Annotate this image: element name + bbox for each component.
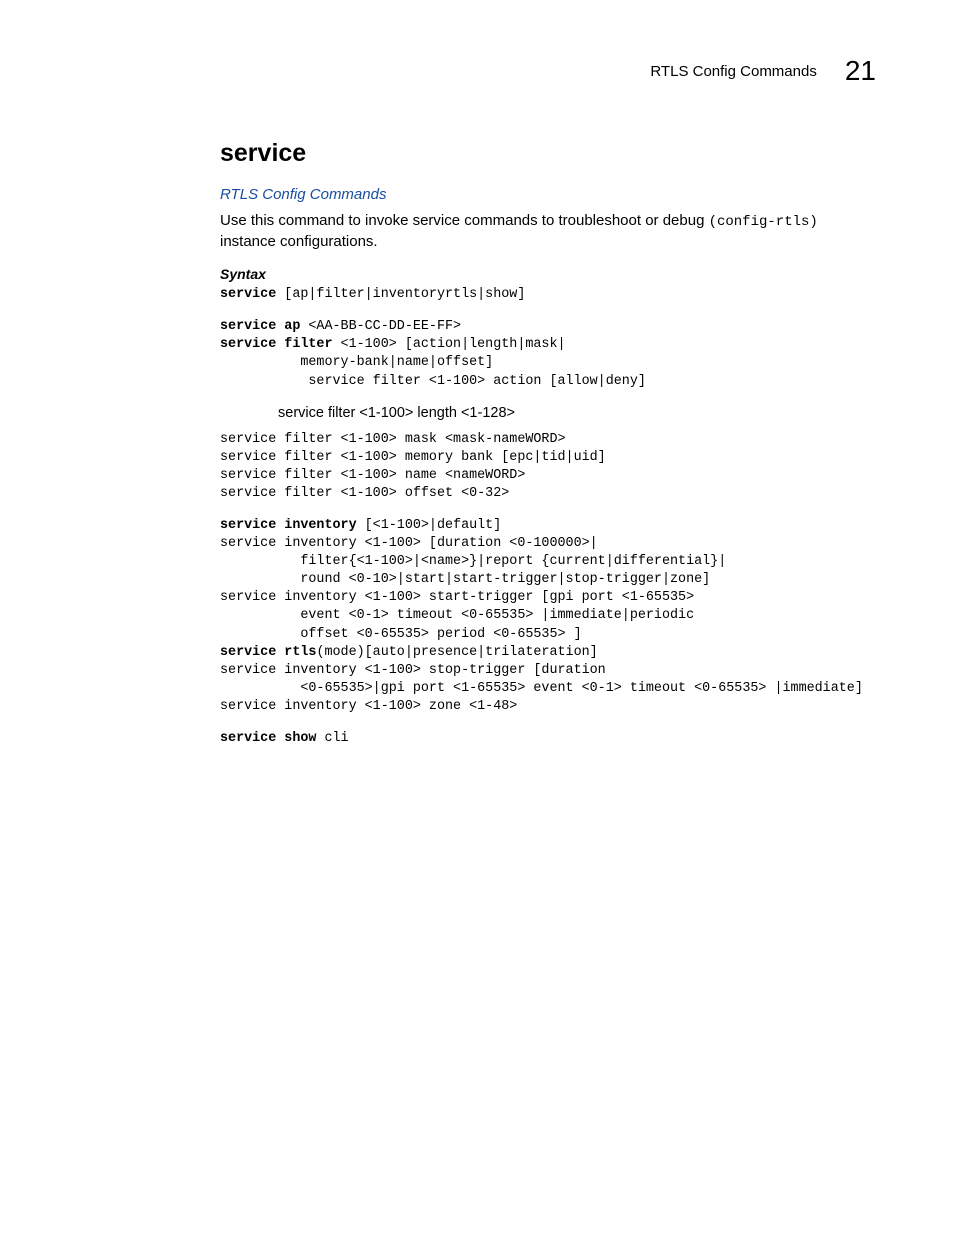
code6-rest: (mode)[auto|presence|trilateration] serv… [220,645,863,714]
plain-line: service filter <1-100> length <1-128> [278,405,876,421]
code7-rest: cli [316,731,348,746]
intro-paragraph: Use this command to invoke service comma… [220,211,876,252]
page-header: RTLS Config Commands 21 [220,55,876,87]
intro-suffix: instance configurations. [220,233,378,250]
code2-bold: service ap [220,319,300,334]
section-link[interactable]: RTLS Config Commands [220,186,876,203]
syntax-heading: Syntax [220,266,876,282]
header-page-number: 21 [845,55,876,87]
code3-bold: service filter [220,337,333,352]
code7-bold: service show [220,731,316,746]
code2-rest: <AA-BB-CC-DD-EE-FF> [300,319,461,334]
code-block-7: service show cli [220,730,876,748]
header-section-label: RTLS Config Commands [650,63,816,80]
page-title: service [220,139,876,168]
code5-rest: [<1-100>|default] service inventory <1-1… [220,518,726,642]
code1-bold: service [220,287,276,302]
code1-rest: [ap|filter|inventoryrtls|show] [276,287,525,302]
code-block-2: service ap <AA-BB-CC-DD-EE-FF> service f… [220,318,876,390]
code5-bold: service inventory [220,518,357,533]
code-block-1: service [ap|filter|inventoryrtls|show] [220,286,876,304]
code4: service filter <1-100> mask <mask-nameWO… [220,432,606,501]
code-block-4: service filter <1-100> mask <mask-nameWO… [220,431,876,503]
code-block-5: service inventory [<1-100>|default] serv… [220,517,876,716]
document-page: RTLS Config Commands 21 service RTLS Con… [0,0,954,748]
code6-bold: service rtls [220,645,316,660]
intro-prefix: Use this command to invoke service comma… [220,212,709,229]
intro-mono: (config-rtls) [709,214,818,230]
